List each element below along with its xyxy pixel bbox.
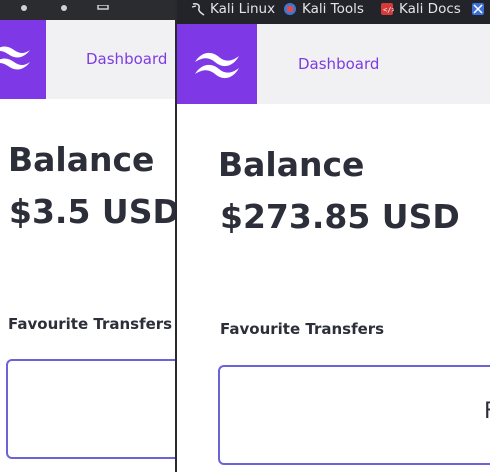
tailwind-logo-icon [195, 52, 239, 79]
favourite-transfer-card[interactable]: F [218, 365, 490, 465]
balance-amount: $3.5 USD [9, 192, 180, 231]
front-browser-window: Kali Linux Kali Tools </> Kali Docs [175, 0, 490, 472]
toolbar-glyph-icon[interactable] [58, 2, 70, 14]
balance-heading: Balance [8, 140, 155, 179]
favourite-transfers-heading: Favourite Transfers [220, 320, 385, 338]
app-logo[interactable] [177, 24, 257, 104]
toolbar-glyph-icon[interactable] [18, 2, 30, 14]
bookmark-kali-tools[interactable]: Kali Tools [283, 0, 364, 18]
kali-docs-icon: </> [380, 2, 396, 16]
kali-dragon-icon [191, 2, 205, 16]
bookmark-label: Kali Linux [210, 1, 276, 17]
bookmarks-bar: Kali Linux Kali Tools </> Kali Docs [177, 0, 490, 24]
nav-link-dashboard[interactable]: Dashboard [86, 50, 167, 68]
tailwind-logo-icon [0, 46, 30, 70]
bookmark-kali-docs[interactable]: </> Kali Docs [380, 0, 461, 18]
nav-link-dashboard[interactable]: Dashboard [298, 55, 379, 73]
toolbar-glyph-icon[interactable] [97, 2, 109, 14]
favourite-transfers-heading: Favourite Transfers [8, 315, 173, 333]
bookmark-label: Kali Docs [399, 1, 461, 17]
bookmark-kali-linux[interactable]: Kali Linux [191, 0, 275, 18]
kali-tools-icon [283, 2, 297, 16]
bookmark-label: Kali Tools [302, 1, 364, 17]
app-logo[interactable] [0, 20, 46, 99]
svg-text:</>: </> [383, 6, 394, 14]
balance-amount: $273.85 USD [220, 197, 460, 236]
kali-forums-icon [471, 2, 485, 16]
bookmark-kali-forums[interactable] [471, 0, 490, 18]
balance-heading: Balance [218, 145, 365, 184]
card-label: F [484, 399, 490, 424]
